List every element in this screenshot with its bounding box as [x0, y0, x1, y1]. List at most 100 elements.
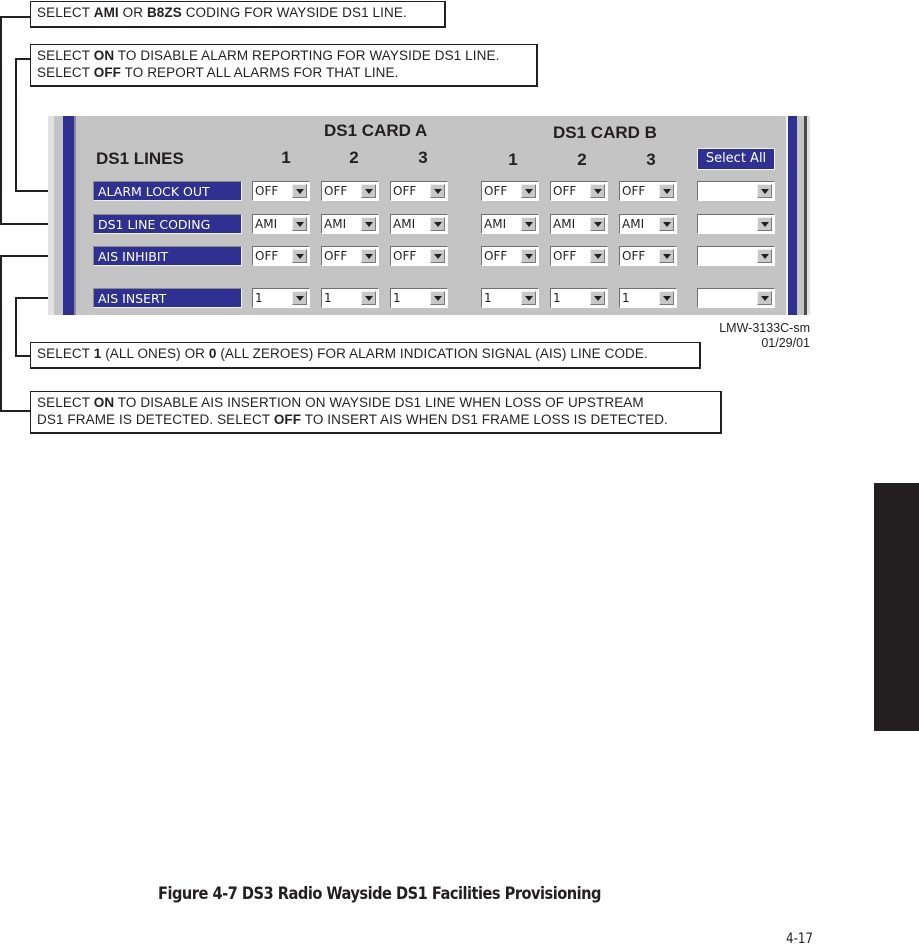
chevron-down-icon[interactable]	[757, 249, 772, 263]
dropdown-value: OFF	[484, 249, 508, 263]
chevron-down-icon[interactable]	[361, 184, 376, 198]
chevron-down-icon[interactable]	[361, 249, 376, 263]
dropdown-alarm-lock-out-card-a-1[interactable]: OFF	[252, 181, 310, 201]
chevron-down-icon[interactable]	[757, 217, 772, 231]
dropdown-ais-insert-select-all[interactable]	[697, 288, 775, 308]
dropdown-ds1-line-coding-card-b-3[interactable]: AMI	[619, 214, 677, 234]
chevron-down-icon[interactable]	[521, 249, 536, 263]
select-all-button[interactable]: Select All	[697, 148, 775, 170]
dropdown-ds1-line-coding-card-b-2[interactable]: AMI	[550, 214, 608, 234]
callout-line: SELECT OFF TO REPORT ALL ALARMS FOR THAT…	[37, 64, 530, 81]
chevron-down-icon[interactable]	[430, 217, 445, 231]
leader-line-alarm-lock	[15, 58, 30, 60]
chevron-down-icon[interactable]	[361, 291, 376, 305]
chevron-down-icon[interactable]	[659, 291, 674, 305]
dropdown-value: AMI	[622, 217, 645, 231]
chevron-down-icon[interactable]	[292, 291, 307, 305]
dropdown-ais-inhibit-card-a-1[interactable]: OFF	[252, 246, 310, 266]
dropdown-alarm-lock-out-card-b-3[interactable]: OFF	[619, 181, 677, 201]
card-b-column-3: 3	[646, 150, 656, 169]
dropdown-value: OFF	[255, 249, 279, 263]
figure-id-date: 01/29/01	[761, 335, 810, 350]
panel-border	[797, 116, 804, 315]
callout-line: SELECT ON TO DISABLE ALARM REPORTING FOR…	[37, 47, 530, 64]
dropdown-ais-insert-card-b-3[interactable]: 1	[619, 288, 677, 308]
card-b-title: DS1 CARD B	[553, 123, 657, 142]
dropdown-value: 1	[553, 291, 561, 305]
chevron-down-icon[interactable]	[590, 184, 605, 198]
leader-line-coding	[0, 16, 30, 18]
chevron-down-icon[interactable]	[659, 184, 674, 198]
dropdown-value: AMI	[553, 217, 576, 231]
leader-line-alarm-lock	[15, 58, 17, 191]
chevron-down-icon[interactable]	[757, 184, 772, 198]
card-a-column-2: 2	[349, 148, 359, 167]
card-b-column-1: 1	[508, 150, 518, 169]
dropdown-ds1-line-coding-select-all[interactable]	[697, 214, 775, 234]
dropdown-alarm-lock-out-card-a-3[interactable]: OFF	[390, 181, 448, 201]
dropdown-ais-insert-card-a-3[interactable]: 1	[390, 288, 448, 308]
leader-line-coding	[0, 16, 2, 224]
page-number: 4-17	[786, 931, 814, 947]
dropdown-ais-insert-card-a-2[interactable]: 1	[321, 288, 379, 308]
panel-border	[63, 116, 74, 315]
callout-text: CODING FOR WAYSIDE DS1 LINE.	[181, 5, 407, 20]
dropdown-ds1-line-coding-card-a-3[interactable]: AMI	[390, 214, 448, 234]
chevron-down-icon[interactable]	[659, 249, 674, 263]
dropdown-alarm-lock-out-card-b-1[interactable]: OFF	[481, 181, 539, 201]
callout-alarm-lock-out: SELECT ON TO DISABLE ALARM REPORTING FOR…	[30, 44, 538, 87]
dropdown-ais-inhibit-card-b-1[interactable]: OFF	[481, 246, 539, 266]
ds1-lines-header: DS1 LINES	[96, 149, 184, 168]
chevron-down-icon[interactable]	[430, 249, 445, 263]
callout-text: SELECT	[37, 5, 94, 20]
card-a-title: DS1 CARD A	[324, 121, 428, 140]
callout-text: TO INSERT AIS WHEN DS1 FRAME LOSS IS DET…	[301, 412, 668, 427]
chevron-down-icon[interactable]	[757, 291, 772, 305]
figure-id-code: LMW-3133C-sm	[719, 321, 810, 335]
callout-line-coding: SELECT AMI OR B8ZS CODING FOR WAYSIDE DS…	[30, 1, 446, 28]
callout-text: TO REPORT ALL ALARMS FOR THAT LINE.	[121, 65, 399, 80]
callout-text: (ALL ONES) OR	[101, 346, 209, 361]
dropdown-value: OFF	[393, 184, 417, 198]
row-label-ais-insert: AIS INSERT	[93, 288, 242, 308]
dropdown-ais-inhibit-card-a-3[interactable]: OFF	[390, 246, 448, 266]
chevron-down-icon[interactable]	[521, 217, 536, 231]
chevron-down-icon[interactable]	[659, 217, 674, 231]
chevron-down-icon[interactable]	[430, 291, 445, 305]
dropdown-value: OFF	[393, 249, 417, 263]
dropdown-ais-inhibit-card-b-2[interactable]: OFF	[550, 246, 608, 266]
dropdown-ais-insert-card-b-1[interactable]: 1	[481, 288, 539, 308]
dropdown-alarm-lock-out-card-b-2[interactable]: OFF	[550, 181, 608, 201]
dropdown-alarm-lock-out-select-all[interactable]	[697, 181, 775, 201]
chevron-down-icon[interactable]	[292, 249, 307, 263]
leader-line-ais-insert	[15, 297, 17, 356]
card-a-column-3: 3	[418, 148, 428, 167]
callout-bold: ON	[93, 48, 115, 63]
leader-line-ais-inhibit	[0, 255, 2, 411]
dropdown-ais-inhibit-select-all[interactable]	[697, 246, 775, 266]
chevron-down-icon[interactable]	[521, 291, 536, 305]
chevron-down-icon[interactable]	[292, 217, 307, 231]
dropdown-value: OFF	[255, 184, 279, 198]
chevron-down-icon[interactable]	[521, 184, 536, 198]
dropdown-ds1-line-coding-card-b-1[interactable]: AMI	[481, 214, 539, 234]
row-label-ais-inhibit: AIS INHIBIT	[93, 246, 242, 266]
dropdown-ais-insert-card-b-2[interactable]: 1	[550, 288, 608, 308]
chevron-down-icon[interactable]	[590, 249, 605, 263]
callout-bold: OFF	[93, 65, 122, 80]
chevron-down-icon[interactable]	[590, 291, 605, 305]
dropdown-ds1-line-coding-card-a-2[interactable]: AMI	[321, 214, 379, 234]
dropdown-ds1-line-coding-card-a-1[interactable]: AMI	[252, 214, 310, 234]
chevron-down-icon[interactable]	[361, 217, 376, 231]
dropdown-value: AMI	[393, 217, 416, 231]
dropdown-ais-insert-card-a-1[interactable]: 1	[252, 288, 310, 308]
dropdown-ais-inhibit-card-a-2[interactable]: OFF	[321, 246, 379, 266]
dropdown-value: 1	[622, 291, 630, 305]
dropdown-value: OFF	[553, 184, 577, 198]
chevron-down-icon[interactable]	[590, 217, 605, 231]
chevron-down-icon[interactable]	[430, 184, 445, 198]
dropdown-alarm-lock-out-card-a-2[interactable]: OFF	[321, 181, 379, 201]
dropdown-ais-inhibit-card-b-3[interactable]: OFF	[619, 246, 677, 266]
callout-text: DS1 FRAME IS DETECTED. SELECT	[37, 412, 274, 427]
chevron-down-icon[interactable]	[292, 184, 307, 198]
